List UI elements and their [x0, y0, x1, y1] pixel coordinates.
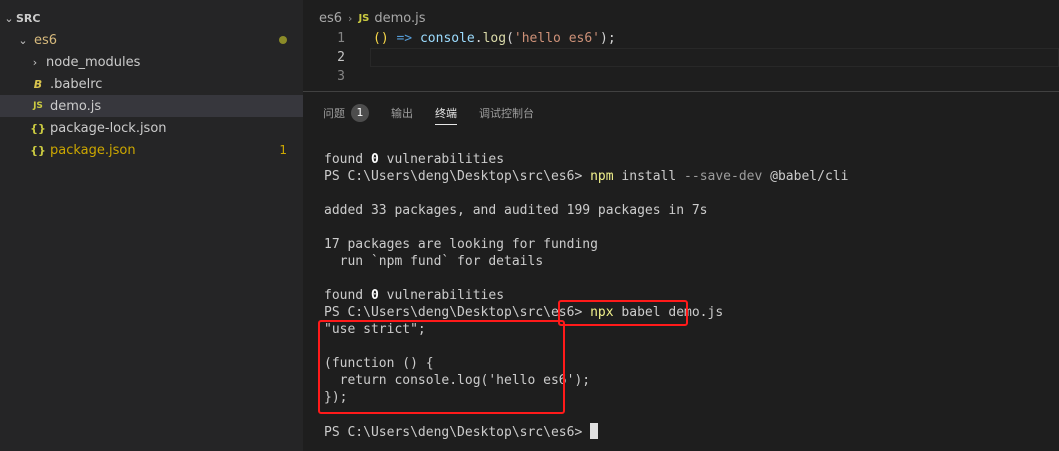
line-number: 1	[337, 31, 345, 46]
tab-terminal[interactable]: 终端	[435, 100, 457, 126]
terminal-line: found 0 vulnerabilities	[324, 151, 848, 168]
token-function: log	[482, 31, 507, 46]
tab-label: 输出	[391, 107, 413, 120]
code-text: () => console.log('hello es6');	[373, 29, 616, 48]
problems-count-badge: 1	[351, 104, 369, 122]
modified-dot-icon	[279, 36, 287, 44]
json-file-icon: {}	[30, 143, 46, 157]
folder-label: es6	[34, 32, 58, 48]
tree-item-node-modules[interactable]: › node_modules	[0, 51, 303, 73]
tab-debug-console[interactable]: 调试控制台	[479, 100, 534, 126]
breadcrumb-folder[interactable]: es6	[319, 11, 342, 26]
line-number: 3	[337, 69, 345, 84]
tab-problems[interactable]: 问题 1	[323, 100, 369, 126]
section-title: SRC	[16, 11, 41, 25]
code-line-2[interactable]: 2	[303, 48, 1059, 67]
tree-item-label: .babelrc	[50, 76, 103, 92]
prompt: PS C:\Users\deng\Desktop\src\es6>	[324, 305, 591, 320]
terminal-line: run `npm fund` for details	[324, 254, 544, 269]
tree-item-package-lock[interactable]: {} package-lock.json	[0, 117, 303, 139]
command-npm: npm	[590, 169, 614, 184]
token-open: (	[506, 31, 514, 46]
command-flag: --save-dev	[684, 169, 763, 184]
explorer-sidebar: ⌄ SRC ⌄ es6 › node_modules B .babelrc JS…	[0, 0, 303, 451]
terminal-line: PS C:\Users\deng\Desktop\src\es6>	[324, 423, 848, 440]
terminal-cursor	[590, 423, 599, 439]
code-editor[interactable]: es6 › JS demo.js 1 () => console.log('he…	[303, 0, 1059, 91]
prompt: PS C:\Users\deng\Desktop\src\es6>	[324, 425, 591, 440]
js-file-icon: JS	[358, 12, 370, 24]
chevron-right-icon: ›	[32, 55, 38, 69]
highlight-box-command	[558, 300, 688, 326]
token-object: console	[419, 31, 475, 46]
section-src[interactable]: ⌄ SRC	[0, 7, 303, 29]
tree-item-label: node_modules	[46, 54, 141, 70]
token-dot: .	[474, 31, 483, 46]
code-line-3[interactable]: 3	[303, 67, 1059, 86]
tree-item-package-json[interactable]: {} package.json 1	[0, 139, 303, 161]
token-paren: ()	[373, 31, 389, 46]
line-number: 2	[337, 50, 345, 65]
text: install	[613, 169, 685, 184]
highlight-box-output	[318, 320, 565, 414]
chevron-right-icon: ›	[348, 11, 353, 25]
tree-item-babelrc[interactable]: B .babelrc	[0, 73, 303, 95]
terminal-line: added 33 packages, and audited 199 packa…	[324, 203, 708, 218]
json-file-icon: {}	[30, 121, 46, 135]
token-close: );	[600, 31, 616, 46]
folder-es6[interactable]: ⌄ es6	[0, 29, 303, 51]
bottom-panel: 问题 1 输出 终端 调试控制台 found 0 vulnerabilities…	[303, 91, 1059, 451]
count-zero: 0	[370, 152, 379, 167]
tree-item-demo-js[interactable]: JS demo.js	[0, 95, 303, 117]
terminal-blank	[324, 270, 848, 287]
babel-icon: B	[33, 77, 43, 91]
js-file-icon: JS	[33, 101, 43, 111]
text: found	[324, 288, 371, 303]
breadcrumb: es6 › JS demo.js	[319, 9, 426, 27]
tree-item-label: package.json	[50, 142, 136, 158]
text: @babel/cli	[762, 169, 849, 184]
prompt: PS C:\Users\deng\Desktop\src\es6>	[324, 169, 591, 184]
chevron-down-icon: ⌄	[4, 11, 14, 25]
text: vulnerabilities	[378, 152, 505, 167]
code-line-1[interactable]: 1 () => console.log('hello es6');	[303, 29, 1059, 48]
tab-output[interactable]: 输出	[391, 100, 413, 126]
terminal-line: PS C:\Users\deng\Desktop\src\es6> npm in…	[324, 168, 848, 185]
problem-count-badge: 1	[279, 143, 287, 157]
terminal-blank	[324, 185, 848, 202]
terminal-blank	[324, 219, 848, 236]
panel-tabs: 问题 1 输出 终端 调试控制台	[323, 100, 556, 126]
token-string: 'hello es6'	[513, 31, 600, 46]
breadcrumb-file[interactable]: demo.js	[374, 11, 425, 26]
tab-label: 调试控制台	[479, 107, 534, 120]
tab-label: 问题	[323, 107, 345, 120]
tree-item-label: demo.js	[50, 98, 102, 114]
terminal-line: 17 packages are looking for funding	[324, 237, 598, 252]
text: found	[324, 152, 371, 167]
tree-item-label: package-lock.json	[50, 120, 167, 136]
chevron-down-icon: ⌄	[18, 33, 28, 47]
text: vulnerabilities	[378, 288, 505, 303]
tab-label: 终端	[435, 107, 457, 120]
count-zero: 0	[370, 288, 379, 303]
token-arrow: =>	[396, 31, 413, 46]
